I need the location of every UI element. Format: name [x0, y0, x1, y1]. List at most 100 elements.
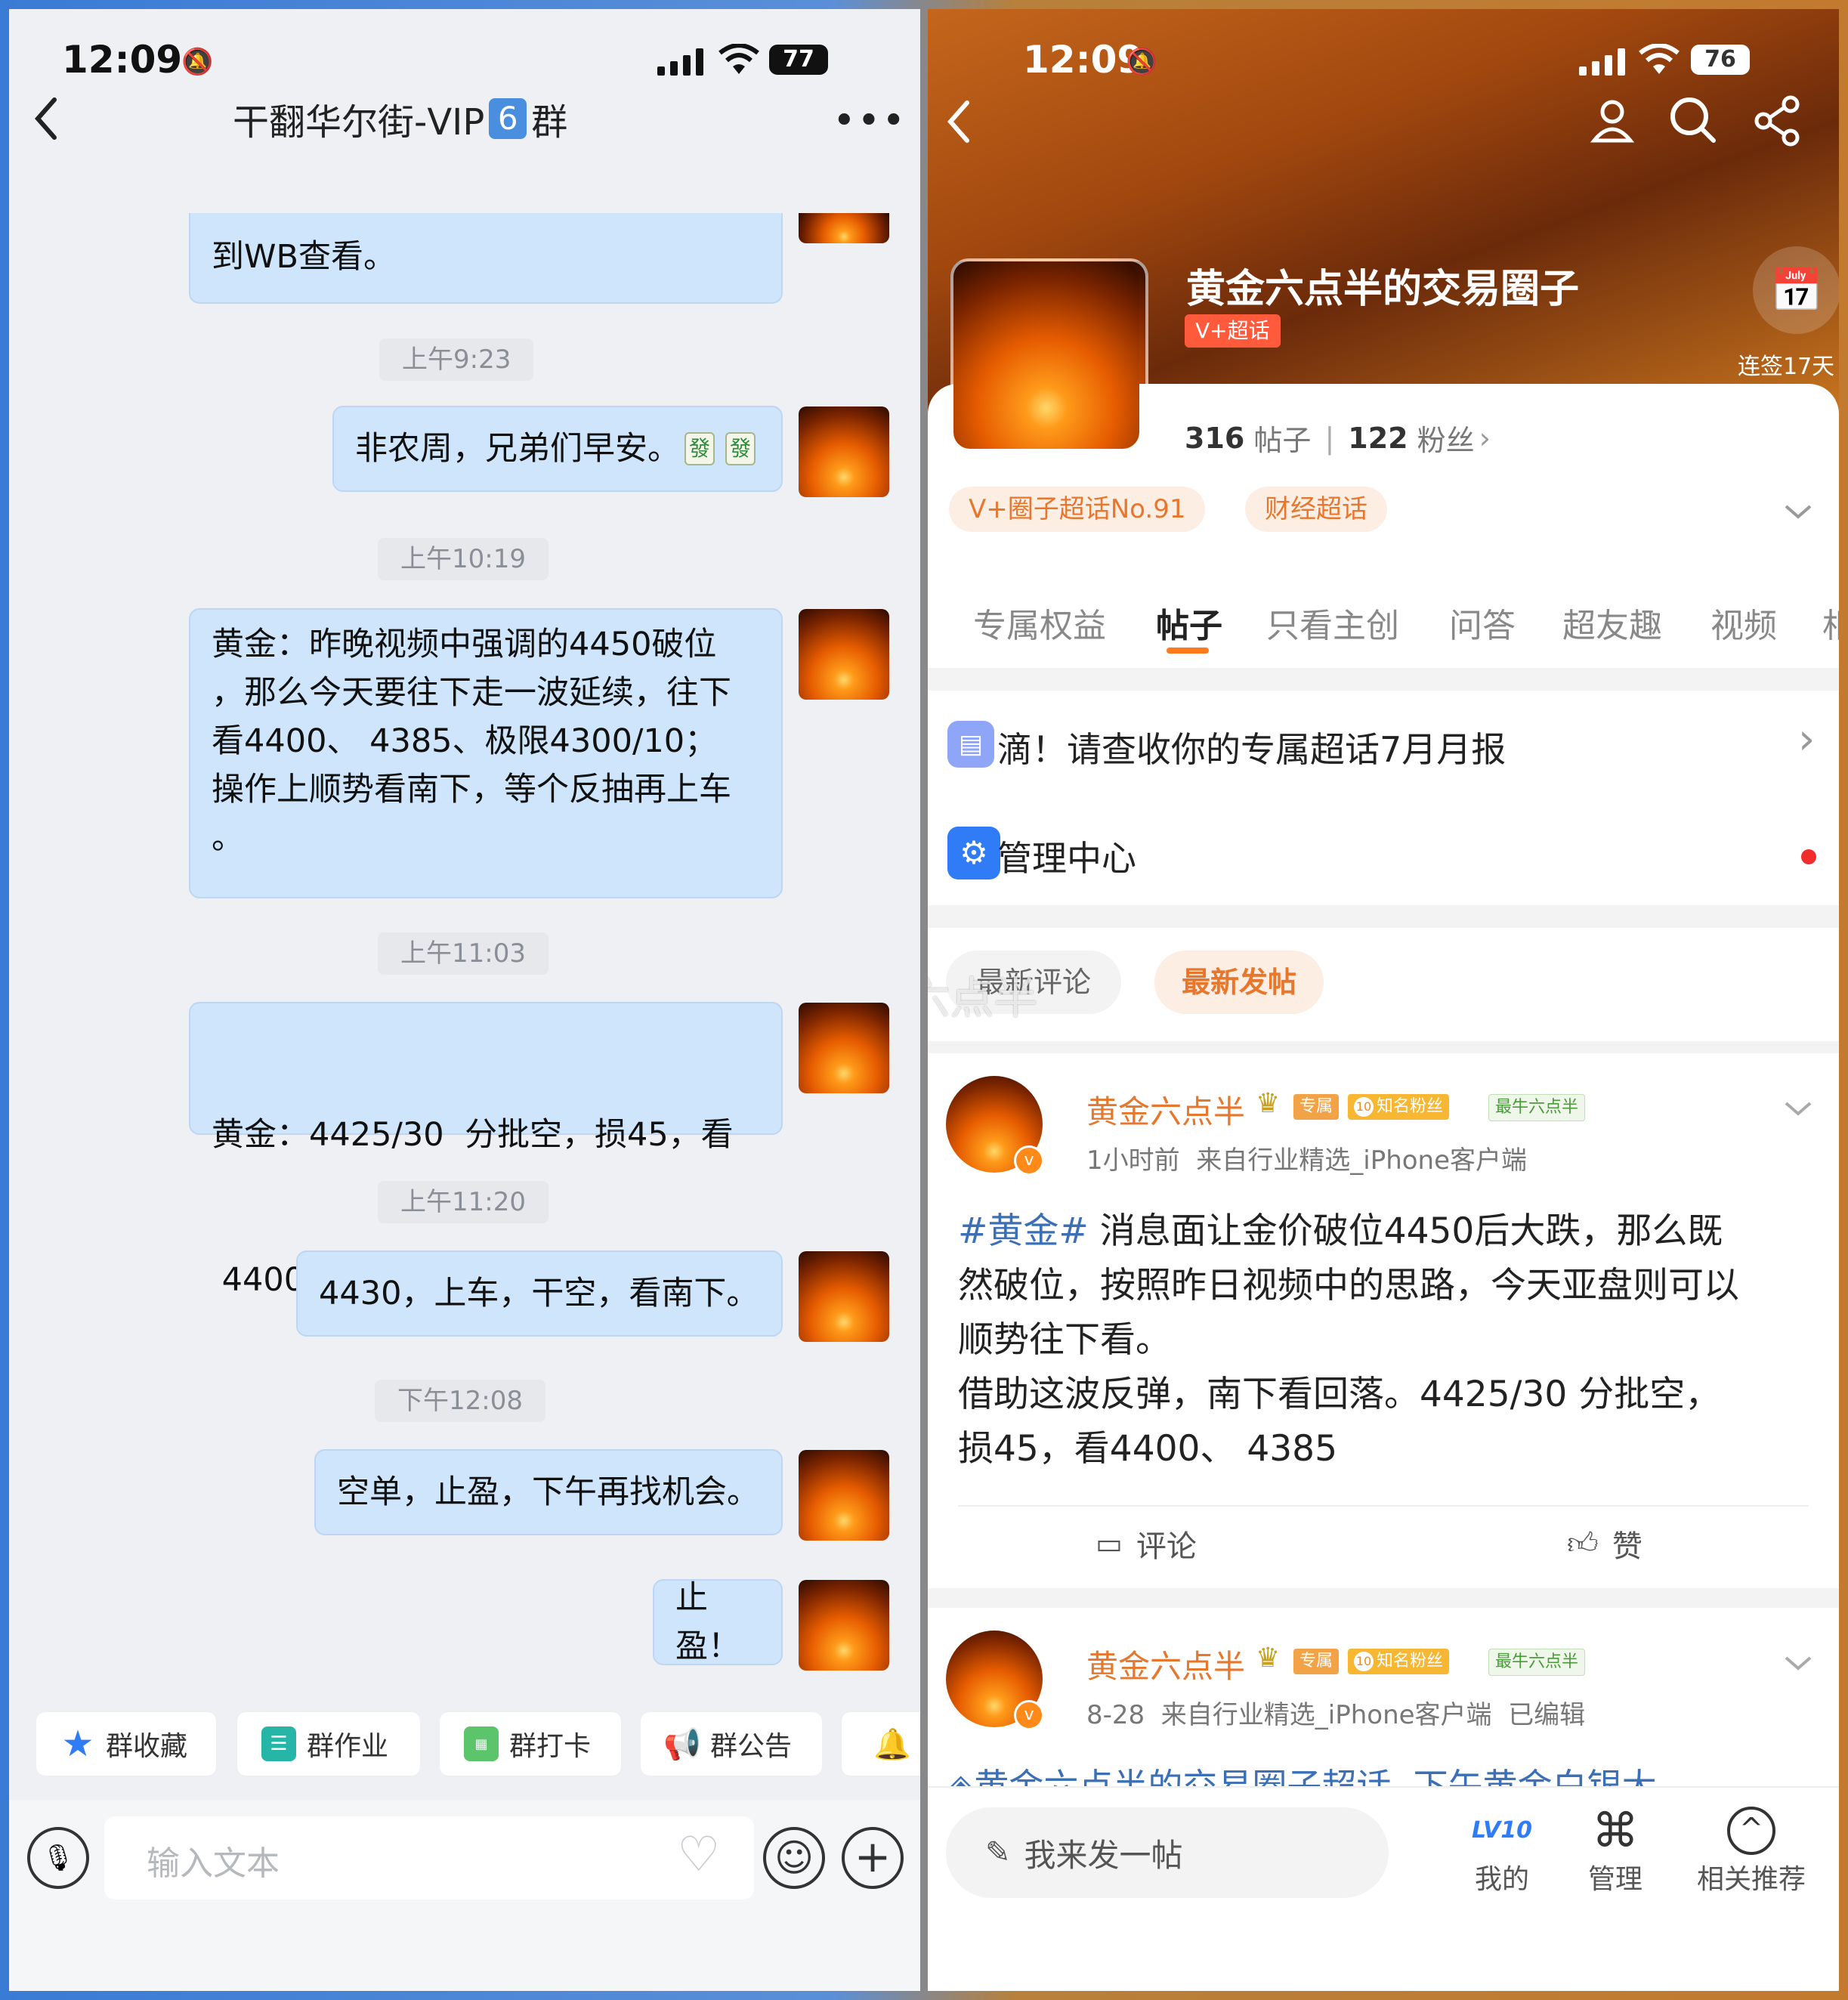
divider: [928, 905, 1839, 928]
input-placeholder: 输入文本: [147, 1844, 280, 1883]
message-bubble[interactable]: 非农周，兄弟们早安。 發 發: [332, 406, 783, 492]
like-button[interactable]: 👍︎ 赞: [1567, 1522, 1642, 1566]
author-name[interactable]: 黄金六点半: [1086, 1087, 1245, 1133]
related-button[interactable]: ^ 相关推荐: [1683, 1804, 1819, 1896]
sort-latest-post[interactable]: 最新发帖: [1154, 951, 1324, 1014]
message-bubble[interactable]: 到WB查看。: [189, 213, 783, 304]
post-meta: 1小时前 来自行业精选_iPhone客户端: [1086, 1145, 1528, 1176]
avatar[interactable]: [799, 1580, 889, 1671]
calendar-checkin-icon[interactable]: 📅: [1753, 246, 1839, 334]
content-line: 借助这波反弹，南下看回落。4425/30 分批空，: [958, 1374, 1721, 1415]
bell-icon: 🔔: [873, 1726, 911, 1762]
tab-creators-only[interactable]: 只看主创: [1266, 598, 1399, 647]
comment-icon: ▭: [1096, 1527, 1123, 1560]
compose-label: 我来发一帖: [1024, 1836, 1183, 1874]
group-reminder-button[interactable]: 🔔: [842, 1712, 920, 1776]
message-line: 黄金：昨晚视频中强调的4450破位: [212, 626, 717, 663]
manage-label: 管理: [1587, 1864, 1642, 1895]
verified-badge-icon: v: [1014, 1700, 1044, 1730]
comment-label: 评论: [1136, 1529, 1197, 1564]
active-tab-indicator: [1167, 648, 1209, 654]
message-bubble[interactable]: 空单，止盈，下午再找机会。: [314, 1449, 783, 1535]
mute-bell-icon: 🔕: [1126, 47, 1158, 77]
tab-fun[interactable]: 超友趣: [1562, 598, 1662, 647]
message-line: 黄金：4425/30 分批空，损45，看: [212, 1116, 734, 1154]
group-number-badge: 6: [489, 98, 527, 139]
crown-icon: ♛: [1256, 1088, 1281, 1119]
avatar[interactable]: [799, 1251, 889, 1342]
avatar[interactable]: [799, 609, 889, 700]
chevron-down-icon[interactable]: [1782, 1097, 1815, 1120]
back-arrow-icon[interactable]: [32, 92, 62, 145]
custom-badge: 最牛六点半: [1488, 1094, 1586, 1121]
comment-button[interactable]: ▭ 评论: [1096, 1522, 1197, 1566]
microphone-icon[interactable]: 🎙: [27, 1827, 89, 1889]
checkin-streak: 连签17天: [1738, 354, 1835, 380]
share-icon[interactable]: [1751, 94, 1804, 147]
tab-posts[interactable]: 帖子: [1156, 598, 1222, 647]
posts-label: 帖子: [1253, 424, 1312, 457]
avatar[interactable]: [799, 1003, 889, 1093]
management-center-notice[interactable]: ⚙ 管理中心: [928, 810, 1839, 898]
chat-title-text: 干翻华尔街-VIP: [233, 101, 485, 144]
author-name[interactable]: 黄金六点半: [1086, 1641, 1245, 1687]
more-options-icon[interactable]: •••: [833, 98, 907, 144]
wifi-icon: [718, 44, 759, 74]
message-bubble[interactable]: 黄金：4425/30 分批空，损45，看 4400、 4385: [189, 1002, 783, 1299]
mahjong-fa-tile-icon: 發: [685, 432, 715, 465]
emoji-icon[interactable]: ☺: [763, 1827, 825, 1889]
group-favorites-button[interactable]: ★ 群收藏: [36, 1712, 216, 1776]
group-announcement-button[interactable]: 📢 群公告: [641, 1712, 822, 1776]
related-label: 相关推荐: [1696, 1864, 1806, 1895]
notice-text: 管理中心: [997, 838, 1136, 879]
tab-qa[interactable]: 问答: [1449, 598, 1516, 647]
post-meta: 8-28 来自行业精选_iPhone客户端 已编辑: [1086, 1700, 1586, 1730]
announcement-icon: 📢: [663, 1726, 701, 1762]
avatar[interactable]: [799, 1450, 889, 1541]
tab-more[interactable]: 相: [1822, 598, 1839, 647]
members-icon[interactable]: [1587, 94, 1639, 147]
category-tag[interactable]: 财经超话: [1245, 487, 1387, 532]
post-card[interactable]: v 黄金六点半 ♛ 专属 10 知名粉丝 最牛六点半 1小时前 来自行业精选_iP…: [928, 1053, 1839, 1588]
cellular-signal-icon: [1579, 47, 1625, 76]
notice-text: 滴！请查收你的专属超话7月月报: [997, 729, 1507, 770]
heart-icon[interactable]: ♡: [677, 1827, 720, 1883]
post-card[interactable]: v 黄金六点半 ♛ 专属 10 知名粉丝 最牛六点半 8-28 来自行业精选_iP…: [928, 1608, 1839, 1804]
compose-post-button[interactable]: ✎ 我来发一帖: [946, 1807, 1389, 1898]
message-input[interactable]: 输入文本 ♡: [104, 1816, 754, 1900]
chevron-down-icon[interactable]: [1782, 1652, 1815, 1674]
monthly-report-notice[interactable]: ▤ 滴！请查收你的专属超话7月月报 ›: [928, 704, 1839, 792]
avatar[interactable]: [799, 213, 889, 243]
ranking-tag[interactable]: V+圈子超话No.91: [949, 487, 1206, 532]
level-badge-icon: LV10: [1472, 1817, 1532, 1844]
chevron-down-icon[interactable]: [1782, 500, 1815, 523]
group-checkin-button[interactable]: ▦ 群打卡: [440, 1712, 621, 1776]
profile-stats[interactable]: 316 帖子 | 122 粉丝 ›: [1185, 417, 1491, 459]
supertopic-name: 黄金六点半的交易圈子: [1186, 267, 1580, 312]
grid-icon: ⌘: [1592, 1803, 1639, 1858]
mine-button[interactable]: LV10 我的: [1449, 1804, 1555, 1896]
divider: [928, 1041, 1839, 1053]
crown-icon: ♛: [1256, 1643, 1281, 1674]
avatar[interactable]: [799, 406, 889, 497]
hashtag-link[interactable]: #黄金#: [958, 1210, 1089, 1252]
message-bubble[interactable]: 止盈！: [653, 1579, 783, 1665]
tab-videos[interactable]: 视频: [1710, 598, 1777, 647]
search-icon[interactable]: [1667, 94, 1720, 147]
post-content: #黄金# 消息面让金价破位4450后大跌，那么既 然破位，按照昨日视频中的思路，…: [958, 1204, 1819, 1476]
message-text: 止盈！: [675, 1579, 740, 1665]
timestamp: 上午10:19: [378, 538, 549, 580]
watermark-text: @黄金六点半: [928, 972, 1038, 1024]
tab-exclusive-benefits[interactable]: 专属权益: [973, 598, 1106, 647]
group-homework-button[interactable]: ☰ 群作业: [237, 1712, 420, 1776]
message-bubble[interactable]: 4430，上车，干空，看南下。: [296, 1250, 783, 1337]
content-line: 顺势往下看。: [958, 1319, 1171, 1361]
fan-badge-label: 知名粉丝: [1377, 1097, 1444, 1116]
manage-button[interactable]: ⌘ 管理: [1562, 1804, 1668, 1896]
back-arrow-icon[interactable]: [944, 95, 975, 148]
timestamp: 上午9:23: [379, 338, 534, 381]
chat-title: 干翻华尔街-VIP 6 群: [233, 92, 567, 145]
fan-level-badge: 10 知名粉丝: [1348, 1649, 1450, 1674]
plus-icon[interactable]: +: [842, 1827, 904, 1889]
message-bubble[interactable]: 黄金：昨晚视频中强调的4450破位 ，那么今天要往下走一波延续，往下 看4400…: [189, 608, 783, 898]
